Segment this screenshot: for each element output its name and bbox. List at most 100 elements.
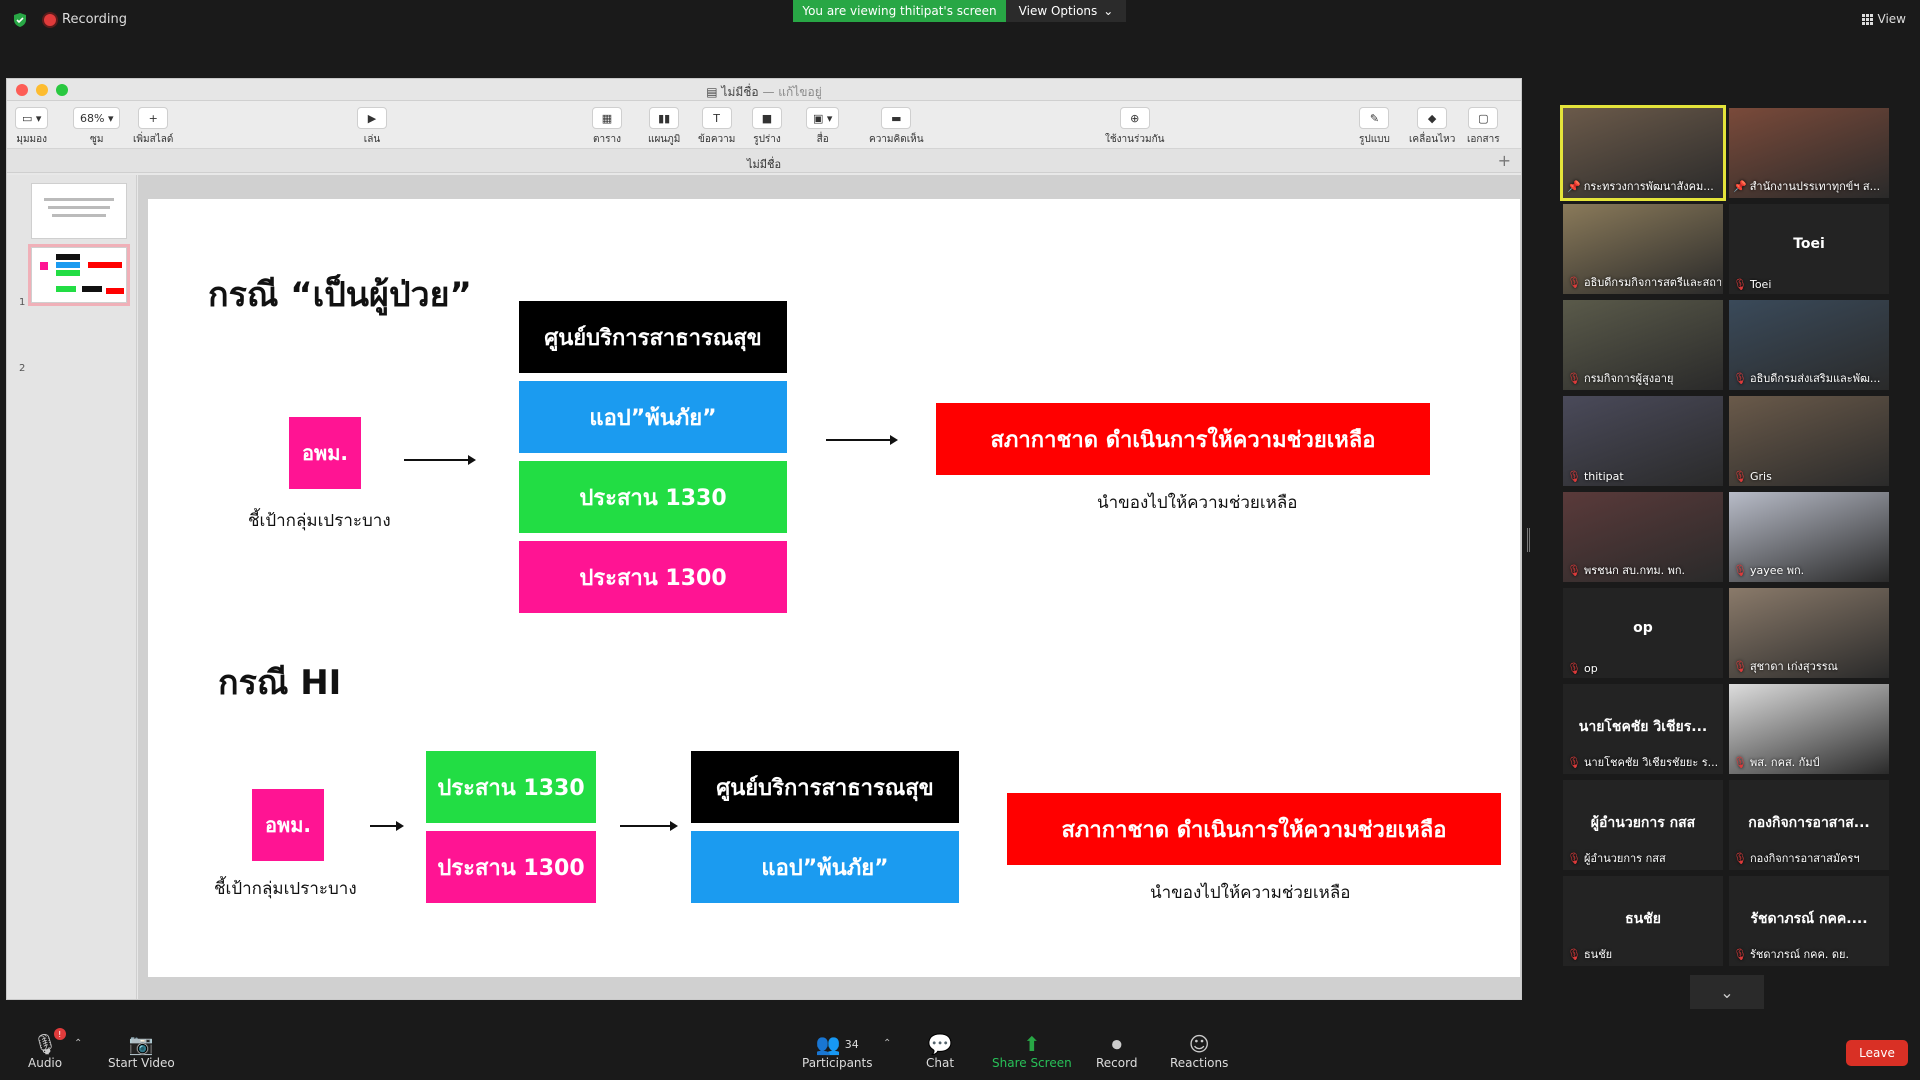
- participants-options-caret-icon[interactable]: ⌃: [883, 1038, 891, 1049]
- participant-tile[interactable]: op 🎙 op: [1563, 588, 1723, 678]
- smiley-icon: ☺: [1188, 1032, 1210, 1056]
- participant-name: ผู้อำนวยการ กสส: [1583, 852, 1666, 865]
- toolbar-button[interactable]: + เพิ่มสไลด์: [133, 107, 173, 147]
- start-video-button[interactable]: 📷 Start Video: [108, 1032, 175, 1070]
- participant-display-name: op: [1633, 620, 1653, 636]
- toolbar-button[interactable]: T ข้อความ: [698, 107, 735, 147]
- reactions-button[interactable]: ☺ Reactions: [1170, 1032, 1228, 1070]
- view-label: View: [1877, 12, 1906, 26]
- participant-name: Gris: [1749, 470, 1772, 483]
- participant-tile[interactable]: นายโชคชัย วิเชียร... 🎙 นายโชคชัย วิเชียรชั…: [1563, 684, 1723, 774]
- shield-icon[interactable]: [12, 12, 28, 28]
- participant-name: ธนชัย: [1583, 948, 1613, 961]
- participant-name: สุชาดา เก่งสุวรรณ: [1749, 660, 1838, 673]
- toolbar-button[interactable]: ▢ เอกสาร: [1467, 107, 1500, 147]
- scroll-down-button[interactable]: ⌄: [1690, 975, 1764, 1009]
- toolbar-button[interactable]: ■ รูปร่าง: [752, 107, 782, 147]
- recording-indicator[interactable]: Recording: [44, 12, 127, 27]
- mic-muted-icon: 🎙: [1733, 851, 1747, 865]
- resize-handle[interactable]: [1527, 528, 1530, 552]
- toolbar-button[interactable]: 68% ▾ ซูม: [73, 107, 121, 147]
- participant-name-label: 📌 กระทรวงการพัฒนาสังคม...: [1567, 177, 1714, 195]
- toolbar-button[interactable]: ▦ ตาราง: [592, 107, 622, 147]
- participant-name: สำนักงานปรรเทาทุกข์ฯ ส...: [1749, 180, 1881, 193]
- participants-icon: 👥 34: [815, 1032, 859, 1056]
- audio-warning-badge: !: [53, 1028, 66, 1040]
- share-screen-button[interactable]: ⬆ Share Screen: [992, 1032, 1072, 1070]
- redcross-caption-2: นำของไปให้ความช่วยเหลือ: [1150, 883, 1351, 903]
- toolbar-icon: ▢: [1468, 107, 1499, 129]
- toolbar-button[interactable]: ▭ ▾ มุมมอง: [15, 107, 49, 147]
- participant-tile[interactable]: Toei 🎙 Toei: [1729, 204, 1889, 294]
- slide-thumbnail-1[interactable]: [31, 183, 127, 239]
- participant-display-name: กองกิจการอาสาส...: [1748, 815, 1870, 831]
- participant-name: Toei: [1749, 278, 1772, 291]
- toolbar-icon: ▦: [592, 107, 622, 129]
- toolbar-label: เล่น: [363, 134, 381, 145]
- toolbar-button[interactable]: ▣ ▾ สื่อ: [806, 107, 840, 147]
- participant-tile[interactable]: 🎙 อธิบดีกรมกิจการสตรีและสถา...: [1563, 204, 1723, 294]
- health-center-box-2: ศูนย์บริการสาธารณสุข: [691, 751, 959, 823]
- leave-button[interactable]: Leave: [1846, 1040, 1908, 1066]
- pin-icon: 📌: [1733, 179, 1747, 193]
- record-button[interactable]: ⏺ Record: [1096, 1032, 1137, 1070]
- mic-muted-icon: 🎙: [1567, 662, 1581, 675]
- participant-tile[interactable]: 🎙 พรชนก สบ.กทม. พก.: [1563, 492, 1723, 582]
- view-options-button[interactable]: View Options ⌄: [1006, 0, 1126, 22]
- toolbar-button[interactable]: ▬ ความคิดเห็น: [869, 107, 924, 147]
- slide-navigator: 1 2: [7, 175, 137, 999]
- participant-tile[interactable]: ผู้อำนวยการ กสส 🎙 ผู้อำนวยการ กสส: [1563, 780, 1723, 870]
- start-video-label: Start Video: [108, 1056, 175, 1070]
- chat-button[interactable]: 💬 Chat: [926, 1032, 954, 1070]
- participant-name-label: 🎙 thitipat: [1567, 470, 1624, 483]
- audio-button[interactable]: 🎙! Audio: [28, 1028, 66, 1070]
- viewing-screen-banner: You are viewing thitipat's screen: [793, 0, 1006, 22]
- mic-muted-icon: 🎙: [1733, 371, 1747, 385]
- toolbar-button[interactable]: ▶ เล่น: [357, 107, 387, 147]
- participant-display-name: รัชดาภรณ์ กคค....: [1750, 911, 1868, 927]
- participant-name-label: 🎙 พรชนก สบ.กทม. พก.: [1567, 561, 1685, 579]
- participants-button[interactable]: 👥 34 Participants: [802, 1032, 873, 1070]
- view-options-label: View Options: [1018, 4, 1098, 18]
- toolbar-button[interactable]: ⊕ ใช้งานร่วมกัน: [1105, 107, 1164, 147]
- record-icon: [44, 13, 56, 26]
- participant-name-label: 🎙 ผู้อำนวยการ กสส: [1567, 849, 1666, 867]
- document-icon: ▤: [706, 85, 718, 99]
- toolbar-button[interactable]: ✎ รูปแบบ: [1359, 107, 1390, 147]
- audio-options-caret-icon[interactable]: ⌃: [74, 1038, 82, 1049]
- document-tab[interactable]: ไม่มีชื่อ: [7, 155, 1521, 173]
- participant-name: พรชนก สบ.กทม. พก.: [1583, 564, 1686, 577]
- arrow-right: [826, 435, 898, 445]
- add-tab-icon[interactable]: +: [1498, 151, 1511, 170]
- pin-icon: 📌: [1567, 179, 1581, 193]
- participant-tile[interactable]: 📌 กระทรวงการพัฒนาสังคม...: [1560, 105, 1726, 201]
- participant-tile[interactable]: 🎙 yayee พก.: [1729, 492, 1889, 582]
- participant-tile[interactable]: รัชดาภรณ์ กคค.... 🎙 รัชดาภรณ์ กคค. ดย.: [1729, 876, 1889, 966]
- participant-tile[interactable]: 🎙 thitipat: [1563, 396, 1723, 486]
- participant-tile[interactable]: 📌 สำนักงานปรรเทาทุกข์ฯ ส...: [1729, 108, 1889, 198]
- participant-tile[interactable]: กองกิจการอาสาส... 🎙 กองกิจการอาสาสมัครฯ: [1729, 780, 1889, 870]
- participant-tile[interactable]: 🎙 อธิบดีกรมส่งเสริมและพัฒ...: [1729, 300, 1889, 390]
- participant-tile[interactable]: 🎙 กรมกิจการผู้สูงอายุ: [1563, 300, 1723, 390]
- participant-tile[interactable]: 🎙 Gris: [1729, 396, 1889, 486]
- slide[interactable]: กรณี “เป็นผู้ป่วย” อพม. ชี้เป้ากลุ่มเปรา…: [148, 199, 1520, 977]
- toolbar-icon: ▣ ▾: [806, 107, 840, 129]
- chevron-down-icon: ⌄: [1720, 982, 1734, 1002]
- redcross-box-2: สภากาชาด ดำเนินการให้ความช่วยเหลือ: [1007, 793, 1501, 865]
- participant-name: พส. กคส. กัมป์: [1749, 756, 1820, 769]
- recording-label: Recording: [62, 12, 128, 27]
- participant-tile[interactable]: 🎙 สุชาดา เก่งสุวรรณ: [1729, 588, 1889, 678]
- slide-thumbnail-2[interactable]: [28, 244, 130, 306]
- toolbar-label: ข้อความ: [698, 134, 736, 145]
- toolbar-button[interactable]: ◆ เคลื่อนไหว: [1409, 107, 1455, 147]
- toolbar-label: ใช้งานร่วมกัน: [1105, 134, 1165, 145]
- view-button[interactable]: View: [1861, 12, 1906, 26]
- participant-tile[interactable]: ธนชัย 🎙 ธนชัย: [1563, 876, 1723, 966]
- meeting-top-bar: Recording You are viewing thitipat's scr…: [0, 0, 1920, 40]
- participant-display-name: Toei: [1793, 236, 1825, 252]
- toolbar-icon: ▬: [881, 107, 912, 129]
- toolbar-button[interactable]: ▮▮ แผนภูมิ: [648, 107, 680, 147]
- participant-tile[interactable]: 🎙 พส. กคส. กัมป์: [1729, 684, 1889, 774]
- volunteer-box-2: อพม.: [252, 789, 324, 861]
- record-label: Record: [1096, 1056, 1138, 1070]
